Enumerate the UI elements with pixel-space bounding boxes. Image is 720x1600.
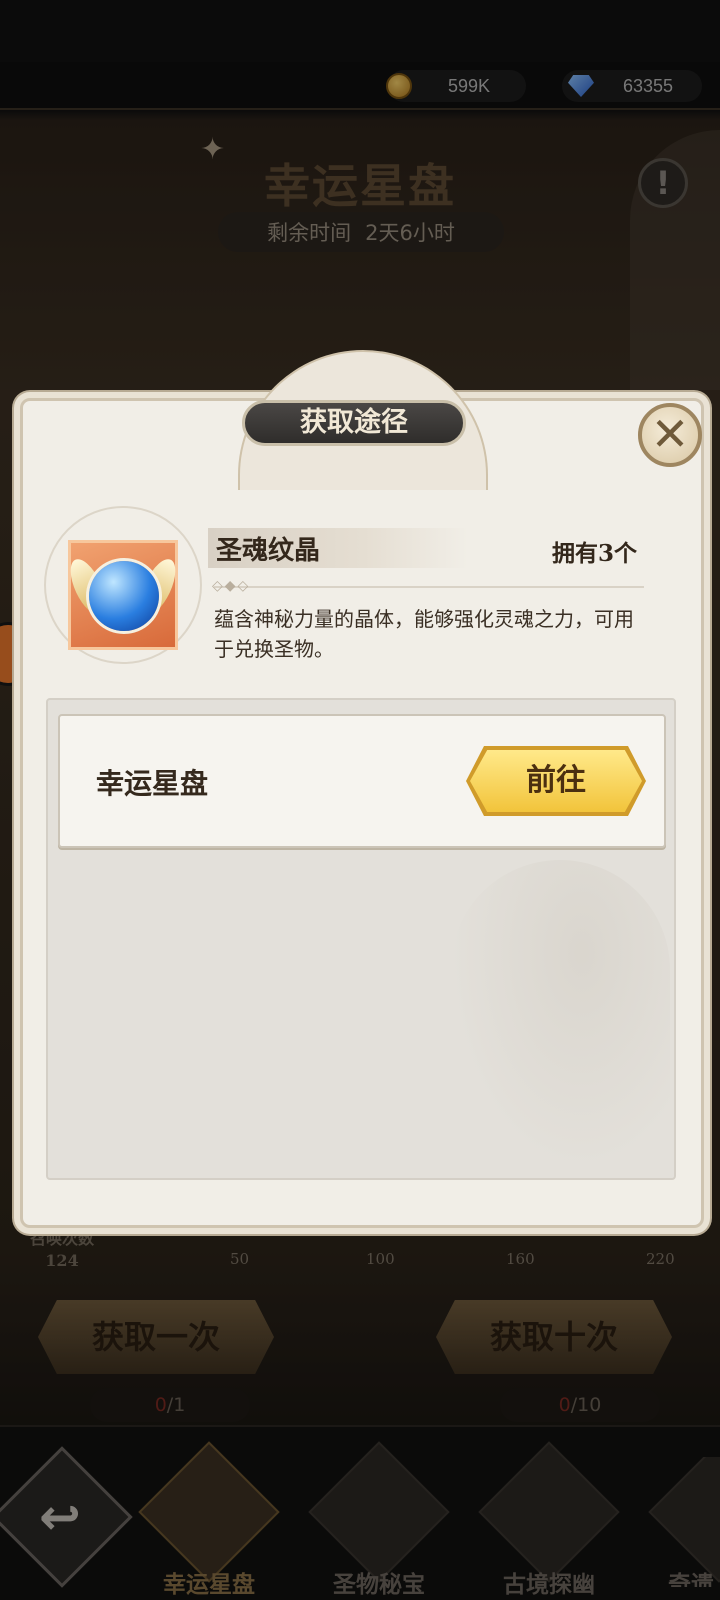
go-button[interactable]: 前往 [470, 750, 642, 812]
close-icon[interactable]: ✕ [638, 403, 702, 467]
item-owned-count: 拥有3个 [552, 540, 638, 567]
dialog-title: 获取途径 [242, 400, 466, 446]
route-name: 幸运星盘 [96, 767, 209, 800]
character-watermark [450, 860, 670, 1170]
item-description: 蕴含神秘力量的晶体，能够强化灵魂之力，可用于兑换圣物。 [214, 607, 634, 661]
item-name: 圣魂纹晶 [216, 536, 321, 566]
divider [214, 586, 644, 588]
crystal-orb [89, 561, 159, 631]
divider-ornament: ◇◆◇ [212, 578, 251, 594]
soul-crystal-icon [63, 540, 183, 650]
